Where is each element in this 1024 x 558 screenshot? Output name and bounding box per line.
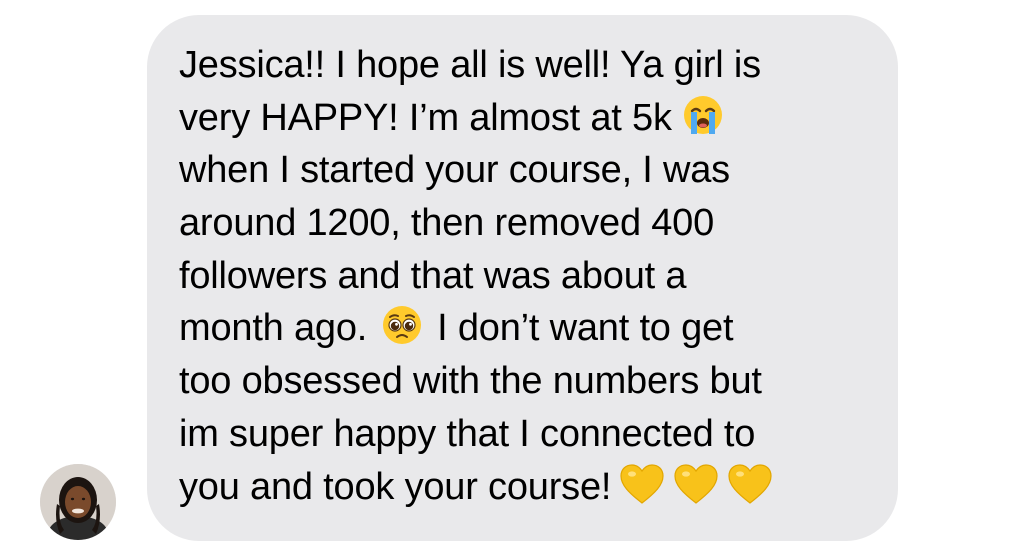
message-line: im super happy that I connected to xyxy=(179,408,773,461)
message-line-text: you and took your course! xyxy=(179,465,612,508)
message-line-text: im super happy that I connected to xyxy=(179,412,756,455)
message-line: you and took your course! xyxy=(179,461,773,514)
sender-avatar[interactable] xyxy=(40,464,116,540)
message-thread: Jessica!! I hope all is well! Ya girl is… xyxy=(0,0,1024,558)
yellow-heart-icon xyxy=(727,463,773,505)
message-line-text: very HAPPY! I’m almost at 5k xyxy=(179,96,672,139)
message-line: followers and that was about a xyxy=(179,250,773,303)
message-text: Jessica!! I hope all is well! Ya girl is… xyxy=(179,39,773,513)
person-avatar-icon xyxy=(40,464,116,540)
yellow-heart-icon xyxy=(673,463,719,505)
message-line-text: followers and that was about a xyxy=(179,254,687,297)
received-message-bubble[interactable]: Jessica!! I hope all is well! Ya girl is… xyxy=(147,15,898,541)
message-line-text: around 1200, then removed 400 xyxy=(179,202,715,245)
message-line: very HAPPY! I’m almost at 5k xyxy=(179,92,773,145)
message-line-text: month ago. xyxy=(179,307,368,350)
message-line-text: too obsessed with the numbers but xyxy=(179,360,762,403)
message-line-text: Jessica!! I hope all is well! Ya girl is xyxy=(179,44,761,86)
message-line: when I started your course, I was xyxy=(179,144,773,197)
message-line-text: when I started your course, I was xyxy=(179,149,730,192)
pleading-face-icon xyxy=(381,304,423,346)
message-line: month ago. I don’t want to get xyxy=(179,302,773,355)
message-line: around 1200, then removed 400 xyxy=(179,197,773,250)
message-line-text: I don’t want to get xyxy=(437,307,734,350)
message-line: too obsessed with the numbers but xyxy=(179,355,773,408)
yellow-heart-icon xyxy=(619,463,665,505)
message-line: Jessica!! I hope all is well! Ya girl is xyxy=(179,39,773,92)
loudly-crying-face-icon xyxy=(682,94,724,136)
